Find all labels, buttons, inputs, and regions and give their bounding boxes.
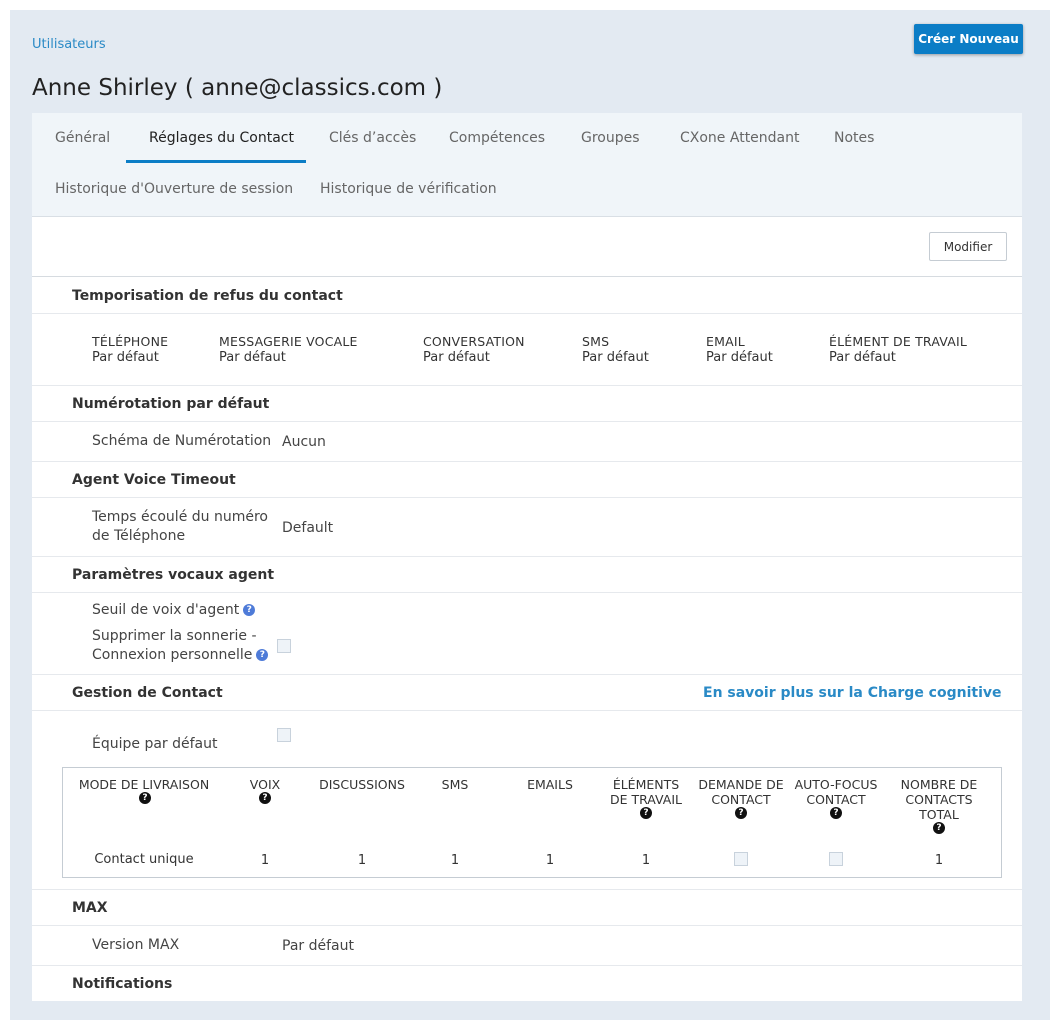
question-circle-icon[interactable]: ? [830, 807, 842, 819]
tab-general[interactable]: Général [55, 130, 110, 146]
th-auto-focus: AUTO-FOCUS [794, 777, 878, 792]
th-work-items-2: DE TRAVAIL [609, 792, 682, 807]
th-total-contacts-2: CONTACTS [905, 792, 973, 807]
refusal-val-email: Par défaut [706, 350, 773, 365]
tab-skills[interactable]: Compétences [449, 130, 545, 146]
divider [32, 925, 1022, 926]
refusal-val-voicemail: Par défaut [219, 350, 286, 365]
auto-focus-checkbox[interactable] [829, 852, 843, 866]
td-sms: 1 [450, 853, 460, 868]
refusal-col-sms: SMS [582, 334, 610, 349]
max-version-label: Version MAX [92, 937, 180, 953]
td-voice: 1 [260, 853, 270, 868]
section-title-dialing: Numérotation par défaut [72, 396, 270, 412]
suppress-ring-label: Supprimer la sonnerie - [92, 628, 257, 644]
voice-timeout-label-2: de Téléphone [92, 528, 186, 544]
create-new-button[interactable]: Créer Nouveau [914, 24, 1023, 54]
refusal-col-chat: CONVERSATION [423, 334, 525, 349]
section-title-voice-timeout: Agent Voice Timeout [72, 472, 236, 488]
help-icon[interactable]: ? [256, 649, 269, 661]
section-title-max: MAX [72, 900, 108, 916]
divider [32, 276, 1022, 277]
divider [32, 710, 1022, 711]
refusal-val-work-item: Par défaut [829, 350, 896, 365]
refusal-col-work-item: ÉLÉMENT DE TRAVAIL [829, 334, 968, 349]
tab-access-keys[interactable]: Clés d’accès [329, 130, 416, 146]
contact-request-checkbox[interactable] [734, 852, 748, 866]
voice-threshold-label: Seuil de voix d'agent [92, 602, 240, 618]
tab-notes[interactable]: Notes [834, 130, 874, 146]
divider [32, 461, 1022, 462]
breadcrumb-users[interactable]: Utilisateurs [32, 37, 106, 52]
edit-button[interactable]: Modifier [929, 232, 1007, 261]
td-work-items: 1 [641, 853, 651, 868]
tab-login-history[interactable]: Historique d'Ouverture de session [55, 181, 293, 197]
voice-timeout-label: Temps écoulé du numéro [92, 509, 268, 525]
th-sms: SMS [441, 777, 469, 792]
help-icon[interactable]: ? [243, 604, 256, 616]
tab-audit-history[interactable]: Historique de vérification [320, 181, 497, 197]
refusal-col-email: EMAIL [706, 334, 745, 349]
suppress-ring-checkbox[interactable] [277, 639, 291, 653]
dialing-pattern-value: Aucun [282, 434, 326, 450]
divider [32, 421, 1022, 422]
suppress-ring-label-2: Connexion personnelle [92, 647, 253, 663]
question-circle-icon[interactable]: ? [735, 807, 747, 819]
question-circle-icon[interactable]: ? [139, 792, 151, 804]
divider [32, 592, 1022, 593]
th-work-items: ÉLÉMENTS [612, 777, 680, 792]
divider [32, 313, 1022, 314]
question-circle-icon[interactable]: ? [259, 792, 271, 804]
divider [32, 889, 1022, 890]
section-title-refusal: Temporisation de refus du contact [72, 288, 343, 304]
default-team-checkbox[interactable] [277, 728, 291, 742]
active-tab-indicator [126, 160, 306, 163]
tab-contact-settings[interactable]: Réglages du Contact [149, 130, 294, 146]
refusal-val-chat: Par défaut [423, 350, 490, 365]
max-version-value: Par défaut [282, 938, 354, 954]
divider [32, 674, 1022, 675]
section-title-contact-management: Gestion de Contact [72, 685, 223, 701]
refusal-col-voicemail: MESSAGERIE VOCALE [219, 334, 358, 349]
td-total-contacts: 1 [934, 853, 944, 868]
suppress-ring-row: Connexion personnelle? [92, 646, 269, 665]
divider [32, 556, 1022, 557]
th-contact-request: DEMANDE DE [698, 777, 784, 792]
divider [32, 385, 1022, 386]
refusal-val-phone: Par défaut [92, 350, 159, 365]
th-discussions: DISCUSSIONS [319, 777, 405, 792]
th-voice: VOIX [249, 777, 281, 792]
th-total-contacts-3: TOTAL [919, 807, 959, 822]
td-delivery-mode: Contact unique [94, 852, 194, 867]
default-team-label: Équipe par défaut [92, 736, 218, 752]
section-title-notifications: Notifications [72, 976, 173, 992]
th-emails: EMAILS [527, 777, 573, 792]
th-total-contacts: NOMBRE DE [900, 777, 978, 792]
td-discussions: 1 [357, 853, 367, 868]
question-circle-icon[interactable]: ? [640, 807, 652, 819]
refusal-col-phone: TÉLÉPHONE [92, 334, 169, 349]
cognitive-load-link[interactable]: En savoir plus sur la Charge cognitive [703, 685, 1002, 701]
divider [32, 497, 1022, 498]
th-auto-focus-2: CONTACT [806, 792, 866, 807]
voice-timeout-value: Default [282, 520, 334, 536]
tab-cxone-attendant[interactable]: CXone Attendant [680, 130, 800, 146]
tab-groups[interactable]: Groupes [581, 130, 640, 146]
page-title: Anne Shirley ( anne@classics.com ) [32, 75, 443, 101]
question-circle-icon[interactable]: ? [933, 822, 945, 834]
divider [32, 965, 1022, 966]
refusal-val-sms: Par défaut [582, 350, 649, 365]
th-contact-request-2: CONTACT [711, 792, 771, 807]
dialing-pattern-label: Schéma de Numérotation [92, 433, 272, 449]
th-delivery-mode: MODE DE LIVRAISON [78, 777, 210, 792]
voice-threshold-row: Seuil de voix d'agent? [92, 601, 256, 620]
td-emails: 1 [545, 853, 555, 868]
tabs-panel [32, 113, 1022, 217]
section-title-voice-params: Paramètres vocaux agent [72, 567, 275, 583]
